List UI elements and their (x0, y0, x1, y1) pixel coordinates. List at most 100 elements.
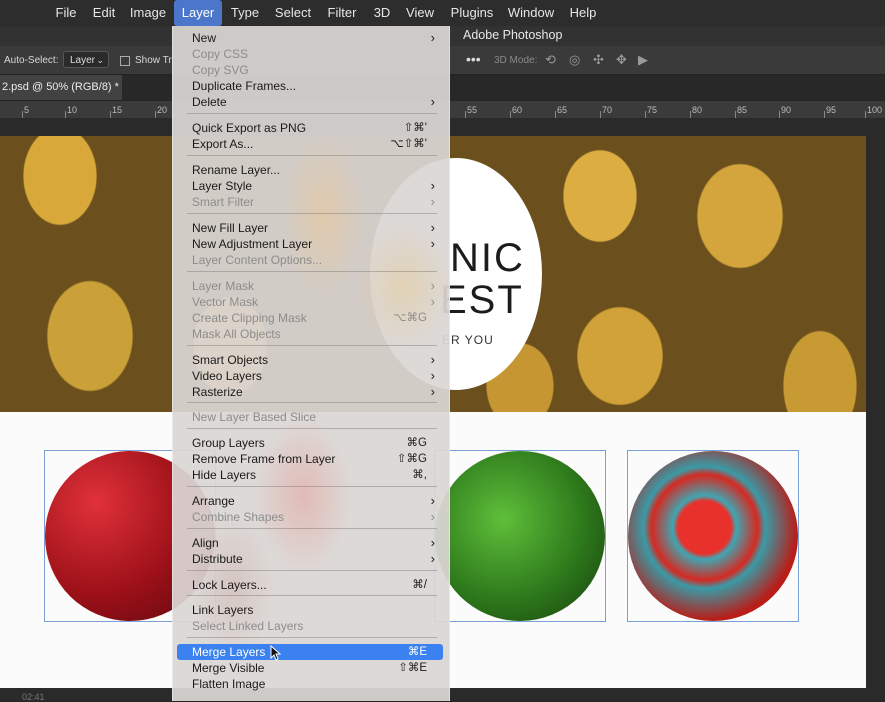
menu-item-align[interactable]: Align › (177, 535, 443, 551)
submenu-chevron-icon: › (430, 278, 435, 293)
menu-item-label: New Fill Layer (192, 221, 269, 235)
menu-item-duplicate-frames[interactable]: Duplicate Frames... (177, 78, 443, 94)
menu-item-label: Rasterize (192, 385, 243, 399)
menu-edit[interactable]: Edit (88, 0, 120, 26)
menu-item-shortcut: ⌘E (407, 646, 427, 658)
menu-window[interactable]: Window (506, 0, 556, 26)
menu-item-link-layers[interactable]: Link Layers (177, 602, 443, 618)
menu-item-flatten-image[interactable]: Flatten Image (177, 676, 443, 692)
menu-view[interactable]: View (402, 0, 438, 26)
menu-separator (187, 271, 437, 272)
menu-item-group-layers[interactable]: Group Layers ⌘G (177, 435, 443, 451)
3d-pan-icon[interactable]: ✣ (593, 52, 604, 68)
menu-layer[interactable]: Layer (174, 0, 222, 26)
ruler-tick: 55 (467, 105, 478, 115)
chevron-down-icon: ⌄ (96, 55, 104, 65)
ruler-mark (779, 111, 780, 118)
3d-roll-icon[interactable]: ◎ (569, 52, 580, 68)
ruler-tick: 15 (112, 105, 123, 115)
menu-item-label: New Layer Based Slice (192, 410, 317, 424)
menu-separator (187, 345, 437, 346)
menu-file[interactable]: File (48, 0, 84, 26)
menu-item-arrange[interactable]: Arrange › (177, 493, 443, 509)
menu-item-label: Delete (192, 95, 227, 109)
3d-slide-icon[interactable]: ✥ (616, 52, 627, 68)
tomatoes-thumbnail[interactable] (627, 450, 799, 622)
menu-item-rasterize[interactable]: Rasterize › (177, 384, 443, 400)
menu-item-label: Vector Mask (192, 295, 259, 309)
menu-item-remove-frame-from-layer[interactable]: Remove Frame from Layer ⇧⌘G (177, 451, 443, 467)
menu-separator (187, 637, 437, 638)
menu-item-rename-layer[interactable]: Rename Layer... (177, 162, 443, 178)
menu-item-label: Select Linked Layers (192, 619, 304, 633)
menu-item-quick-export-as-png[interactable]: Quick Export as PNG ⇧⌘' (177, 120, 443, 136)
ruler-tick: 20 (157, 105, 168, 115)
menu-item-label: Rename Layer... (192, 163, 281, 177)
menu-help[interactable]: Help (564, 0, 602, 26)
peppers-thumbnail[interactable] (434, 450, 606, 622)
menu-item-smart-filter: Smart Filter › (177, 194, 443, 210)
auto-select-value: Layer (70, 55, 96, 66)
menu-item-label: Quick Export as PNG (192, 121, 307, 135)
menu-item-merge-layers[interactable]: Merge Layers ⌘E (177, 644, 443, 660)
document-tab[interactable]: 2.psd @ 50% (RGB/8) * (0, 75, 122, 100)
badge-line-2: EST (440, 278, 524, 322)
ruler-tick: 70 (602, 105, 613, 115)
3d-orbit-icon[interactable]: ⟲ (545, 52, 556, 68)
ruler-tick: 80 (692, 105, 703, 115)
menu-separator (187, 570, 437, 571)
menu-type[interactable]: Type (226, 0, 264, 26)
menu-item-export-as[interactable]: Export As... ⌥⇧⌘' (177, 136, 443, 152)
submenu-chevron-icon: › (430, 220, 435, 235)
menu-item-label: Mask All Objects (192, 327, 281, 341)
ruler-mark (865, 111, 866, 118)
menu-item-layer-style[interactable]: Layer Style › (177, 178, 443, 194)
submenu-chevron-icon: › (430, 535, 435, 550)
menu-item-label: Export As... (192, 137, 254, 151)
menu-item-label: Merge Layers (192, 645, 266, 659)
menu-item-hide-layers[interactable]: Hide Layers ⌘, (177, 467, 443, 483)
menu-item-video-layers[interactable]: Video Layers › (177, 368, 443, 384)
menu-item-label: Copy SVG (192, 63, 249, 77)
submenu-chevron-icon: › (430, 551, 435, 566)
menu-filter[interactable]: Filter (322, 0, 362, 26)
submenu-chevron-icon: › (430, 509, 435, 524)
submenu-chevron-icon: › (430, 352, 435, 367)
menu-item-delete[interactable]: Delete › (177, 94, 443, 110)
menu-item-label: Remove Frame from Layer (192, 452, 336, 466)
menu-item-label: New (192, 31, 217, 45)
menu-item-new-fill-layer[interactable]: New Fill Layer › (177, 220, 443, 236)
menu-item-shortcut: ⌥⇧⌘' (390, 138, 427, 150)
menu-item-label: Smart Filter (192, 195, 255, 209)
menu-image[interactable]: Image (126, 0, 170, 26)
menu-3d[interactable]: 3D (368, 0, 396, 26)
menu-separator (187, 528, 437, 529)
ruler-mark (110, 111, 111, 118)
3d-camera-icon[interactable]: ▶ (638, 52, 648, 68)
ruler-mark (600, 111, 601, 118)
menu-separator (187, 486, 437, 487)
menu-plugins[interactable]: Plugins (446, 0, 498, 26)
menu-item-label: Layer Mask (192, 279, 255, 293)
ruler-tick: 5 (24, 105, 30, 115)
auto-select-dropdown[interactable]: Layer ⌄ (63, 51, 109, 68)
menu-item-new-layer-based-slice: New Layer Based Slice (177, 409, 443, 425)
submenu-chevron-icon: › (430, 294, 435, 309)
show-transform-checkbox[interactable] (120, 56, 130, 66)
menu-item-copy-svg: Copy SVG (177, 62, 443, 78)
ruler-tick: 10 (67, 105, 78, 115)
auto-select-label: Auto-Select: (4, 55, 59, 66)
menu-item-shortcut: ⌘G (406, 437, 427, 449)
menu-separator (187, 428, 437, 429)
menu-item-smart-objects[interactable]: Smart Objects › (177, 352, 443, 368)
menu-item-merge-visible[interactable]: Merge Visible ⇧⌘E (177, 660, 443, 676)
ellipsis-icon[interactable]: ••• (466, 51, 481, 67)
menu-select[interactable]: Select (270, 0, 316, 26)
menu-item-new[interactable]: New › (177, 30, 443, 46)
menu-item-label: Duplicate Frames... (192, 79, 297, 93)
menu-item-distribute[interactable]: Distribute › (177, 551, 443, 567)
menu-item-new-adjustment-layer[interactable]: New Adjustment Layer › (177, 236, 443, 252)
menu-item-shortcut: ⇧⌘E (398, 662, 427, 674)
menu-item-lock-layers[interactable]: Lock Layers... ⌘/ (177, 577, 443, 593)
ruler-tick: 85 (737, 105, 748, 115)
